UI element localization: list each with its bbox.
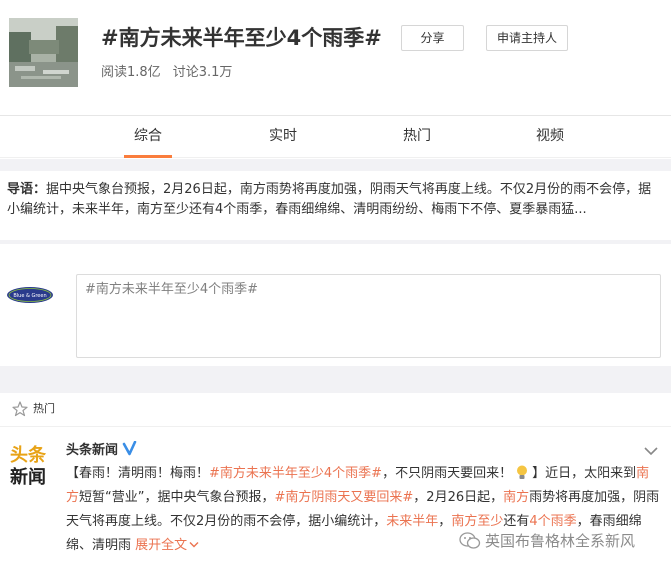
tab-realtime[interactable]: 实时 — [269, 126, 297, 146]
rainy-street-image — [9, 18, 78, 87]
keyword-link[interactable]: 4个雨季 — [529, 514, 576, 529]
text-part: 】近日，太阳来到 — [532, 466, 637, 481]
keyword-link[interactable]: 未来半年 — [386, 514, 438, 529]
text-part: ，2月26日起， — [413, 490, 504, 505]
hot-section-label: 热门 — [33, 402, 55, 415]
keyword-link[interactable]: 南方 — [503, 490, 529, 505]
user-avatar[interactable]: Blue & Green — [6, 285, 54, 305]
read-count: 阅读1.8亿 — [101, 65, 161, 80]
active-tab-indicator — [124, 155, 172, 158]
chevron-down-icon[interactable] — [644, 446, 658, 456]
keyword-link[interactable]: 南方至少 — [451, 514, 503, 529]
discussion-count: 讨论3.1万 — [172, 65, 233, 80]
lead-text: 据中央气象台预报，2月26日起，南方雨势将再度加强，阴雨天气将再度上线。不仅2月… — [7, 182, 652, 217]
text-part: ， — [438, 514, 452, 529]
hot-section-header: 热门 — [0, 393, 671, 427]
avatar-line-2: 新闻 — [10, 466, 46, 486]
tab-video[interactable]: 视频 — [536, 126, 564, 146]
topic-stats: 阅读1.8亿 讨论3.1万 — [101, 64, 232, 82]
author-avatar[interactable]: 头条 新闻 — [8, 442, 50, 486]
lightbulb-emoji-icon — [517, 465, 528, 479]
lead-prefix: 导语： — [7, 182, 47, 197]
section-gap — [0, 159, 671, 171]
avatar-text: Blue & Green — [13, 293, 46, 299]
section-gap — [0, 366, 671, 393]
chevron-down-icon — [189, 542, 199, 548]
apply-host-button[interactable]: 申请主持人 — [486, 25, 568, 51]
topic-title: #南方未来半年至少4个雨季# — [101, 26, 382, 50]
topic-header: #南方未来半年至少4个雨季# 分享 申请主持人 阅读1.8亿 讨论3.1万 — [0, 0, 671, 116]
text-part: 短暂“营业”，据中央气象台预报， — [79, 490, 275, 505]
avatar-line-1: 头条 — [10, 444, 47, 466]
post-input[interactable] — [76, 274, 661, 358]
text-part: 【春雨！清明雨！梅雨！ — [66, 466, 210, 481]
author-name[interactable]: 头条新闻 — [66, 441, 137, 460]
star-icon — [12, 401, 28, 417]
topic-lead: 导语：据中央气象台预报，2月26日起，南方雨势将再度加强，阴雨天气将再度上线。不… — [0, 171, 671, 240]
author-name-text: 头条新闻 — [66, 443, 119, 458]
tab-comprehensive[interactable]: 综合 — [134, 126, 162, 146]
topic-thumbnail[interactable] — [9, 18, 78, 87]
topic-tabs: 综合 实时 热门 视频 — [0, 116, 671, 158]
post-composer: Blue & Green — [0, 244, 671, 366]
share-button[interactable]: 分享 — [401, 25, 464, 51]
topic-link[interactable]: #南方阴雨天又要回来# — [275, 490, 414, 505]
topic-link[interactable]: #南方未来半年至少4个雨季# — [209, 466, 382, 481]
tab-hot[interactable]: 热门 — [403, 126, 431, 146]
verified-badge-icon — [122, 441, 137, 456]
wechat-icon — [459, 532, 481, 549]
text-part: ，不只阴雨天要回来！ — [382, 466, 513, 481]
watermark: 英国布鲁格林全系新风 — [459, 530, 635, 552]
watermark-text: 英国布鲁格林全系新风 — [485, 532, 636, 550]
expand-full-text-link[interactable]: 展开全文 — [135, 538, 187, 553]
text-part: 还有 — [503, 514, 530, 529]
